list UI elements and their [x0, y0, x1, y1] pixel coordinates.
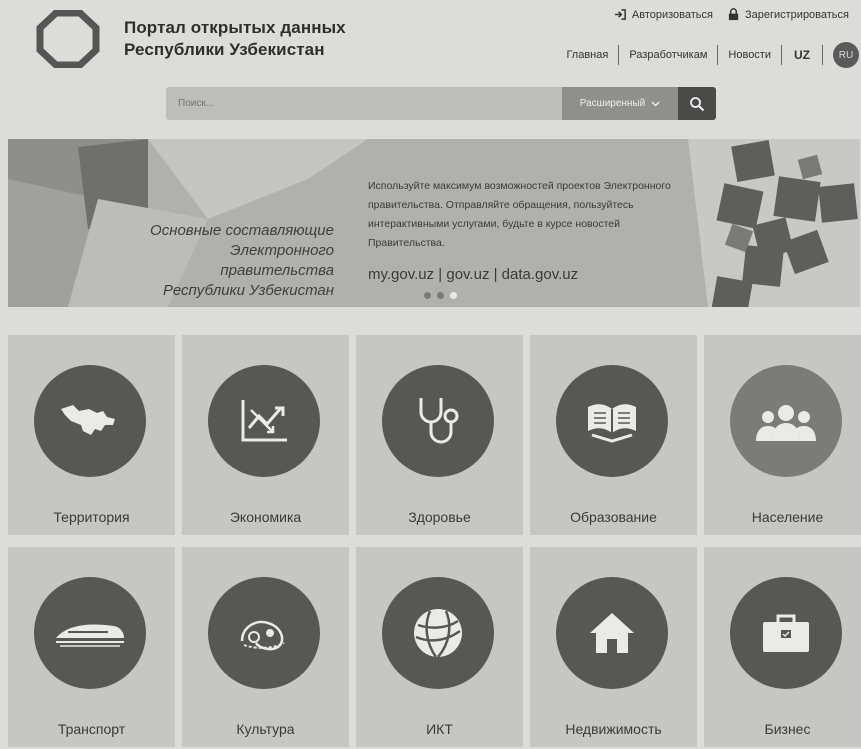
category-label: Образование: [570, 509, 657, 525]
lang-ru[interactable]: RU: [833, 42, 859, 68]
banner-caption-line2: Электронного правительства: [220, 242, 334, 279]
category-tile-education[interactable]: Образование: [530, 335, 697, 535]
carousel-dots: [424, 292, 457, 299]
nav-divider: [822, 45, 823, 65]
advanced-search-label: Расширенный: [579, 98, 646, 109]
category-tile-economy[interactable]: Экономика: [182, 335, 349, 535]
category-label: Экономика: [229, 509, 302, 525]
category-label: Здоровье: [408, 509, 471, 525]
search-bar: Расширенный: [166, 87, 716, 120]
login-link[interactable]: Авторизоваться: [614, 8, 713, 21]
login-label: Авторизоваться: [631, 8, 713, 21]
house-icon: [590, 613, 634, 653]
chevron-down-icon: [651, 100, 660, 107]
advanced-search-dropdown[interactable]: Расширенный: [562, 87, 678, 120]
banner-caption-line3: Республики Узбекистан: [163, 282, 334, 299]
nav-developers[interactable]: Разработчикам: [619, 45, 719, 65]
category-label: Транспорт: [57, 721, 126, 737]
category-tile-business[interactable]: Бизнес: [704, 547, 861, 747]
category-tile-population[interactable]: Население: [704, 335, 861, 535]
main-nav: Главная Разработчикам Новости UZ RU: [556, 40, 861, 70]
carousel-dot[interactable]: [437, 292, 444, 299]
hero-banner[interactable]: Основные составляющие Электронного прави…: [8, 139, 860, 307]
carousel-dot-active[interactable]: [450, 292, 457, 299]
people-icon: [756, 405, 816, 441]
category-label: Территория: [53, 509, 130, 525]
category-tile-culture[interactable]: Культура: [182, 547, 349, 747]
category-label: Бизнес: [764, 721, 811, 737]
carousel-dot[interactable]: [424, 292, 431, 299]
site-title-line1: Портал открытых данных: [124, 18, 346, 37]
category-icon-circle: [730, 577, 842, 689]
search-input[interactable]: [166, 87, 562, 120]
category-label: Население: [751, 509, 824, 525]
category-tile-real-estate[interactable]: Недвижимость: [530, 547, 697, 747]
category-icon-circle: [208, 577, 320, 689]
ornament-icon: [240, 620, 285, 651]
site-title: Портал открытых данных Республики Узбеки…: [124, 17, 346, 61]
category-tile-ict[interactable]: ИКТ: [356, 547, 523, 747]
banner-caption-line1: Основные составляющие: [150, 222, 334, 239]
portal-logo[interactable]: [36, 9, 100, 69]
book-icon: [588, 404, 636, 443]
map-icon: [61, 405, 115, 435]
category-tile-territory[interactable]: Территория: [8, 335, 175, 535]
login-icon: [614, 9, 626, 20]
banner-description: Используйте максимум возможностей проект…: [368, 180, 671, 249]
category-icon-circle: [382, 365, 494, 477]
train-icon: [56, 624, 124, 647]
briefcase-icon: [763, 614, 809, 652]
search-button[interactable]: [678, 87, 716, 120]
category-icon-circle: [382, 577, 494, 689]
category-icon-circle: [556, 577, 668, 689]
globe-icon: [414, 609, 462, 658]
register-link[interactable]: Зарегистрироваться: [727, 8, 849, 21]
lock-icon: [728, 8, 739, 21]
category-icon-circle: [730, 365, 842, 477]
category-label: ИКТ: [426, 721, 453, 737]
category-label: Культура: [236, 721, 295, 737]
stethoscope-icon: [419, 398, 459, 444]
banner-links[interactable]: my.gov.uz | gov.uz | data.gov.uz: [368, 266, 578, 283]
category-label: Недвижимость: [565, 721, 662, 737]
register-label: Зарегистрироваться: [744, 8, 849, 21]
category-icon-circle: [556, 365, 668, 477]
lang-uz[interactable]: UZ: [782, 48, 822, 62]
nav-news[interactable]: Новости: [718, 45, 782, 65]
search-icon: [690, 96, 705, 111]
site-title-line2: Республики Узбекистан: [124, 40, 325, 59]
category-tile-health[interactable]: Здоровье: [356, 335, 523, 535]
category-icon-circle: [34, 365, 146, 477]
nav-home[interactable]: Главная: [556, 45, 620, 65]
banner-caption: Основные составляющие Электронного прави…: [114, 221, 334, 301]
category-icon-circle: [208, 365, 320, 477]
category-tile-transport[interactable]: Транспорт: [8, 547, 175, 747]
category-icon-circle: [34, 577, 146, 689]
chart-icon: [241, 400, 287, 442]
auth-links: Авторизоваться Зарегистрироваться: [614, 8, 849, 21]
